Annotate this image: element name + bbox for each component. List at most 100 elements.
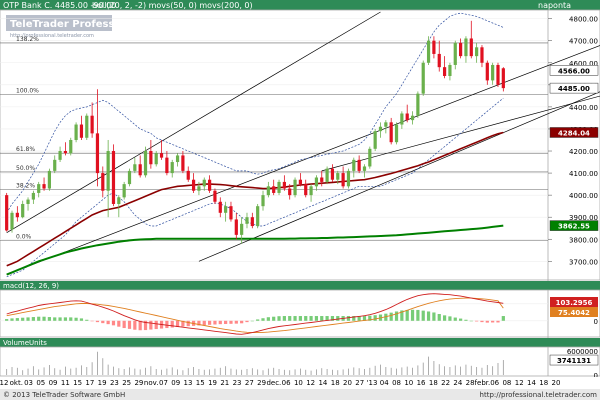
macd-histogram-bar — [416, 309, 420, 321]
x-tick-label: 05 — [36, 379, 45, 387]
candle-body — [410, 115, 415, 121]
macd-histogram-bar — [309, 316, 313, 321]
macd-histogram-bar — [448, 316, 452, 321]
candle-body — [256, 206, 260, 227]
macd-y-tick-label: 0 — [594, 318, 598, 326]
candle-body — [111, 151, 116, 204]
macd-histogram-bar — [410, 309, 415, 321]
candle-body — [293, 179, 297, 196]
fibonacci-label: 50.0% — [16, 165, 35, 172]
candle-body — [266, 186, 270, 196]
macd-histogram-bar — [208, 320, 212, 325]
candle-body — [320, 177, 324, 182]
macd-histogram-bar — [26, 317, 30, 321]
candle-body — [74, 124, 78, 140]
macd-histogram-bar — [127, 320, 132, 329]
candle-body — [117, 197, 121, 204]
macd-histogram-bar — [47, 317, 51, 321]
macd-histogram-bar — [480, 320, 484, 323]
x-tick-label: 03 — [24, 379, 33, 387]
macd-histogram-bar — [314, 316, 319, 321]
fibonacci-label: 100.0% — [16, 88, 39, 95]
macd-histogram-bar — [69, 317, 73, 321]
candle-body — [224, 206, 228, 213]
macd-histogram-bar — [133, 320, 137, 330]
candle-body — [229, 206, 233, 220]
macd-histogram-bar — [491, 320, 495, 323]
price-y-tick-label: 4800.00 — [569, 16, 598, 24]
macd-histogram-bar — [293, 316, 297, 321]
fibonacci-label: 0.0% — [16, 233, 32, 240]
macd-histogram-bar — [42, 316, 46, 321]
x-tick-label: 23 — [233, 379, 242, 387]
x-tick-label: 06 — [490, 379, 499, 387]
x-tick-label: 12 — [306, 379, 315, 387]
macd-value-label: 103.2956 — [556, 299, 593, 307]
candle-body — [90, 115, 94, 134]
candle-body — [106, 151, 110, 191]
macd-histogram-bar — [282, 316, 286, 321]
macd-histogram-bar — [234, 320, 238, 324]
candle-body — [304, 184, 308, 196]
x-tick-label: 13 — [184, 379, 193, 387]
candle-body — [416, 93, 420, 116]
candle-body — [261, 195, 265, 207]
x-tick-label: 11 — [61, 379, 70, 387]
candle-body — [336, 173, 340, 180]
candle-body — [42, 184, 46, 189]
macd-histogram-bar — [298, 316, 302, 321]
candle-body — [175, 155, 180, 163]
volume-panel-header — [0, 338, 600, 347]
candle-body — [277, 181, 281, 193]
candle-body — [314, 177, 319, 187]
x-tick-label: 15 — [196, 379, 205, 387]
macd-histogram-bar — [165, 320, 169, 329]
macd-histogram-bar — [5, 319, 9, 321]
macd-histogram-bar — [464, 319, 468, 321]
x-tick-label: 08 — [392, 379, 401, 387]
candle-body — [330, 168, 335, 180]
x-tick-label: 12 — [0, 379, 8, 387]
candle-body — [170, 162, 174, 174]
macd-histogram-bar — [432, 312, 436, 321]
candle-body — [143, 151, 148, 176]
x-tick-label: 20 — [552, 379, 561, 387]
candle-body — [378, 126, 383, 132]
x-tick-label: febr. — [475, 379, 491, 387]
macd-histogram-bar — [373, 315, 377, 321]
x-tick-label: 17 — [85, 379, 94, 387]
candle-body — [405, 113, 409, 121]
macd-histogram-bar — [245, 320, 249, 323]
candle-body — [191, 179, 196, 191]
candle-body — [298, 179, 302, 185]
candle-body — [15, 212, 19, 218]
macd-histogram-bar — [442, 315, 447, 321]
watermark-logo-text: TeleTrader Professional — [10, 19, 142, 30]
candle-body — [368, 148, 372, 167]
candle-body — [448, 64, 452, 76]
candle-body — [234, 219, 238, 235]
candle-body — [186, 170, 190, 180]
candle-body — [389, 122, 393, 143]
candle-body — [501, 68, 505, 89]
macd-histogram-bar — [389, 312, 393, 321]
candle-body — [453, 42, 457, 65]
candle-body — [53, 159, 57, 171]
macd-histogram-bar — [21, 317, 25, 321]
candle-body — [325, 168, 329, 182]
signal-value-label: 75.4042 — [558, 309, 590, 317]
candle-body — [149, 151, 153, 165]
current-price-label: 4485.00 — [558, 85, 590, 93]
copyright-text: © 2013 TeleTrader Software GmbH — [3, 391, 125, 399]
macd-histogram-bar — [138, 320, 142, 331]
candle-body — [154, 153, 158, 165]
macd-histogram-bar — [304, 316, 308, 321]
candle-body — [469, 38, 473, 57]
candle-body — [373, 131, 377, 149]
macd-histogram-bar — [272, 316, 276, 321]
candle-body — [181, 155, 185, 171]
candle-body — [485, 62, 489, 81]
price-y-tick-label: 4400.00 — [569, 104, 598, 112]
candle-body — [213, 190, 217, 202]
macd-histogram-bar — [346, 316, 351, 321]
